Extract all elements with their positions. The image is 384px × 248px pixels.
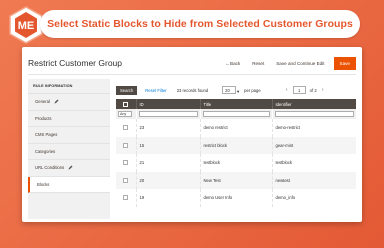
sidebar-item-label: URL Conditions (35, 165, 65, 170)
page-title: Restrict Customer Group (28, 58, 122, 68)
filter-cell (135, 109, 200, 119)
row-checkbox[interactable] (123, 195, 129, 201)
sidebar-item-products[interactable]: Products (28, 111, 110, 127)
row-checkbox[interactable] (123, 125, 129, 131)
reset-button[interactable]: Reset (249, 59, 267, 68)
row-checkbox[interactable] (123, 177, 129, 183)
title-banner: Select Static Blocks to Hide from Select… (40, 10, 360, 38)
row-title: demo User Info (199, 189, 272, 207)
row-identifier: demo-restrict (271, 119, 356, 137)
column-header-identifier[interactable]: Identifier (271, 99, 356, 109)
table-header-row: ID Title Identifier (116, 99, 356, 109)
sidebar-item-categories[interactable]: Categories (28, 144, 110, 160)
row-title: New Test (199, 171, 272, 189)
sidebar-item-label: General (35, 99, 50, 104)
save-button[interactable]: Save (333, 57, 356, 70)
row-identifier: gear-mint (271, 136, 356, 154)
admin-window: Restrict Customer Group Back Reset Save … (22, 47, 362, 222)
back-button[interactable]: Back (222, 59, 243, 68)
sidebar-item-label: Categories (35, 148, 56, 154)
row-id: 21 (135, 154, 200, 172)
per-page-control: 20 ▼ per page (222, 86, 261, 94)
previous-page-icon[interactable]: ‹ (283, 87, 291, 93)
blocks-table: ID Title Identifier Any 23 demo restrict… (116, 99, 356, 207)
table-row[interactable]: 21 testblock testblock (116, 154, 356, 172)
row-identifier: demo_info (271, 189, 356, 207)
grid-toolbar: Search Reset Filter 23 records found 20 … (116, 85, 356, 95)
banner-title: Select Static Blocks to Hide from Select… (47, 18, 353, 30)
select-all-checkbox[interactable] (123, 101, 129, 107)
chevron-down-icon: ▼ (236, 89, 241, 94)
row-id: 23 (135, 119, 200, 137)
reset-filter-link[interactable]: Reset Filter (145, 88, 166, 93)
row-checkbox-cell (116, 189, 136, 207)
table-row[interactable]: 15 restrict block gear-mint (116, 136, 356, 154)
row-checkbox-cell (116, 136, 136, 154)
page-toolbar: Back Reset Save and Continue Edit Save (222, 57, 356, 70)
sidebar-item-label: Products (35, 115, 52, 121)
pencil-icon (54, 99, 59, 104)
per-page-select[interactable]: 20 ▼ (222, 86, 240, 94)
save-and-continue-button[interactable]: Save and Continue Edit (273, 59, 327, 68)
sidebar-item-general[interactable]: General (28, 94, 110, 111)
row-title: restrict block (199, 136, 272, 154)
page-total: of 2 (309, 87, 317, 93)
filter-cell (271, 109, 356, 119)
search-button[interactable]: Search (116, 85, 138, 95)
row-checkbox-cell (116, 119, 136, 137)
pagination: ‹ 1 of 2 › (283, 86, 327, 94)
sidebar-item-label: CMS Pages (35, 132, 58, 137)
column-header-title[interactable]: Title (199, 99, 272, 109)
row-title: testblock (199, 154, 272, 172)
row-identifier: testblock (271, 154, 356, 172)
rule-sidebar: RULE INFORMATION General Products CMS Pa… (28, 79, 110, 219)
sidebar-heading: RULE INFORMATION (28, 79, 110, 94)
filter-cell: Any (116, 109, 136, 119)
per-page-value: 20 (225, 88, 230, 93)
sidebar-item-blocks[interactable]: Blocks (28, 176, 110, 193)
row-identifier: newtest (271, 171, 356, 189)
identifier-filter-input[interactable] (274, 111, 354, 117)
column-header-id[interactable]: ID (135, 99, 200, 109)
row-id: 20 (135, 171, 200, 189)
filter-select[interactable]: Any (118, 111, 132, 117)
records-count: 23 records found (176, 87, 209, 93)
row-id: 19 (135, 189, 200, 207)
pencil-icon (68, 165, 73, 170)
row-checkbox-cell (116, 171, 136, 189)
blocks-grid: Search Reset Filter 23 records found 20 … (116, 85, 356, 207)
id-filter-input[interactable] (138, 111, 198, 117)
sidebar-item-label: Blocks (37, 181, 50, 187)
next-page-icon[interactable]: › (319, 87, 327, 93)
svg-text:ME: ME (18, 20, 35, 32)
row-id: 15 (135, 136, 200, 154)
table-row[interactable]: 23 demo restrict demo-restrict (116, 119, 356, 137)
filter-cell (199, 109, 272, 119)
sidebar-item-url-conditions[interactable]: URL Conditions (28, 160, 110, 177)
filter-row: Any (116, 109, 356, 119)
table-row[interactable]: 19 demo User Info demo_info (116, 189, 356, 207)
row-checkbox-cell (116, 154, 136, 172)
title-filter-input[interactable] (202, 111, 270, 117)
row-checkbox[interactable] (123, 142, 129, 148)
page-input[interactable]: 1 (292, 86, 306, 94)
row-title: demo restrict (199, 119, 272, 137)
row-checkbox[interactable] (123, 160, 129, 166)
table-row[interactable]: 20 New Test newtest (116, 171, 356, 189)
divider (28, 74, 356, 75)
sidebar-item-cms-pages[interactable]: CMS Pages (28, 127, 110, 144)
select-all-header[interactable] (116, 99, 136, 109)
per-page-label: per page (244, 87, 261, 93)
